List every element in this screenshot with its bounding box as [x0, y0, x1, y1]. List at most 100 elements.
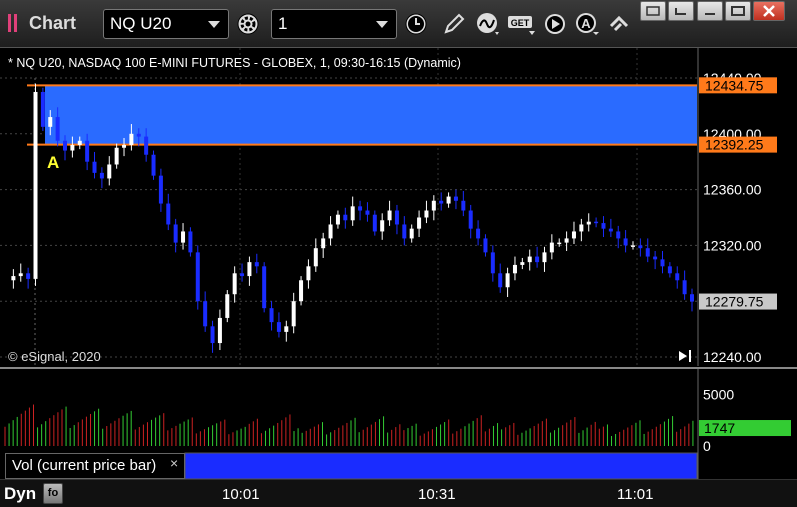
- candle-body: [483, 238, 488, 253]
- candle-body: [85, 140, 90, 162]
- candle-body: [690, 294, 694, 302]
- candle-body: [571, 231, 576, 239]
- candle-body: [594, 221, 599, 224]
- candle-body: [63, 140, 68, 151]
- volume-panel-label-text: Vol (current price bar): [12, 457, 157, 474]
- candle-body: [122, 144, 127, 148]
- candle-body: [372, 214, 377, 232]
- candle-body: [306, 266, 311, 281]
- candle-body: [439, 200, 444, 204]
- app-logo-icon: [8, 14, 22, 32]
- candle-body: [284, 326, 289, 332]
- close-icon[interactable]: ×: [170, 455, 178, 471]
- candle-body: [535, 256, 540, 263]
- candle-body: [144, 136, 149, 155]
- candle-body: [417, 217, 422, 229]
- candle-body: [232, 273, 237, 295]
- candle-body: [129, 133, 134, 145]
- window-close-button[interactable]: [753, 1, 785, 21]
- candle-body: [468, 210, 473, 229]
- candle-body: [549, 242, 554, 253]
- candle-body: [313, 248, 318, 267]
- candle-body: [453, 196, 458, 201]
- volume-tick-zero: 0: [703, 438, 711, 454]
- last-price-tag-text: 12279.75: [705, 294, 764, 310]
- candle-body: [682, 280, 687, 295]
- candle-body: [623, 238, 628, 246]
- volume-tag: 1747: [699, 420, 791, 437]
- candle-body: [350, 206, 355, 221]
- candle-body: [151, 154, 156, 176]
- candle-body: [660, 259, 665, 267]
- candle-body: [158, 175, 163, 204]
- volume-tick-high: 5000: [703, 387, 734, 403]
- interval-select[interactable]: 1: [271, 9, 397, 39]
- candle-body: [77, 140, 82, 145]
- price-chart[interactable]: * NQ U20, NASDAQ 100 E-MINI FUTURES - GL…: [0, 48, 797, 479]
- window-shrink-button[interactable]: [668, 1, 694, 21]
- volume-tag-text: 1747: [704, 420, 735, 436]
- candle-body: [18, 273, 23, 277]
- window-maximize-button[interactable]: [725, 1, 751, 21]
- candle-body: [99, 172, 104, 179]
- window-restore-button[interactable]: [640, 1, 666, 21]
- candle-body: [173, 224, 178, 243]
- candle-body: [564, 238, 569, 243]
- get-data-icon[interactable]: GET: [506, 9, 538, 39]
- clock-icon[interactable]: [401, 9, 431, 39]
- candle-body: [498, 273, 503, 288]
- candle-body: [645, 248, 650, 257]
- volume-panel-label[interactable]: Vol (current price bar): [5, 453, 185, 479]
- price-tick-label: 12240.00: [703, 349, 762, 365]
- candle-body: [557, 242, 562, 245]
- price-tick-label: 12360.00: [703, 182, 762, 198]
- pencil-draw-icon[interactable]: [439, 9, 469, 39]
- interval-value: 1: [278, 14, 288, 33]
- alert-a-icon[interactable]: A: [572, 9, 602, 39]
- draw-a-label: A: [581, 16, 591, 31]
- volume-panel-strip: [184, 452, 698, 479]
- symbol-select[interactable]: NQ U20: [103, 9, 229, 39]
- candle-body: [48, 117, 53, 127]
- candle-body: [638, 245, 643, 249]
- candle-body: [321, 238, 326, 249]
- candle-body: [476, 228, 481, 239]
- candle-body: [203, 301, 208, 327]
- time-label: 11:01: [617, 486, 654, 503]
- chevron-down-icon: [208, 21, 220, 28]
- candle-body: [387, 210, 392, 221]
- price-tick-label: 12320.00: [703, 237, 762, 253]
- candle-body: [92, 161, 97, 173]
- supply-zone[interactable]: [27, 84, 697, 146]
- candle-body: [446, 196, 451, 204]
- candle-body: [380, 220, 385, 232]
- candle-body: [365, 210, 370, 215]
- play-replay-icon[interactable]: [540, 9, 570, 39]
- symbol-settings-gear-icon[interactable]: [233, 9, 263, 39]
- candle-body: [542, 252, 547, 263]
- study-wave-icon[interactable]: [473, 9, 503, 39]
- candle-body: [586, 221, 591, 225]
- app-title: Chart: [29, 13, 77, 33]
- candle-body: [328, 224, 333, 239]
- zone-rectangle[interactable]: [45, 85, 697, 145]
- candle-body: [667, 266, 672, 274]
- candle-body: [276, 322, 281, 332]
- symbol-value: NQ U20: [110, 14, 172, 33]
- candle-body: [188, 231, 193, 253]
- window-minimize-button[interactable]: [697, 1, 723, 21]
- candle-body: [225, 294, 230, 318]
- candle-body: [343, 214, 348, 221]
- chart-title: * NQ U20, NASDAQ 100 E-MINI FUTURES - GL…: [8, 56, 461, 70]
- candle-body: [431, 200, 436, 211]
- zone-upper-tag-text: 12434.75: [705, 77, 764, 93]
- candle-body: [335, 214, 340, 225]
- lock-icon[interactable]: fo: [43, 483, 63, 504]
- candle-body: [608, 228, 613, 232]
- candle-body: [653, 256, 658, 260]
- candle-body: [210, 326, 215, 344]
- candle-body: [269, 308, 274, 323]
- candle-body: [520, 262, 525, 265]
- candle-body: [461, 200, 466, 211]
- link-arrows-icon[interactable]: [605, 9, 635, 39]
